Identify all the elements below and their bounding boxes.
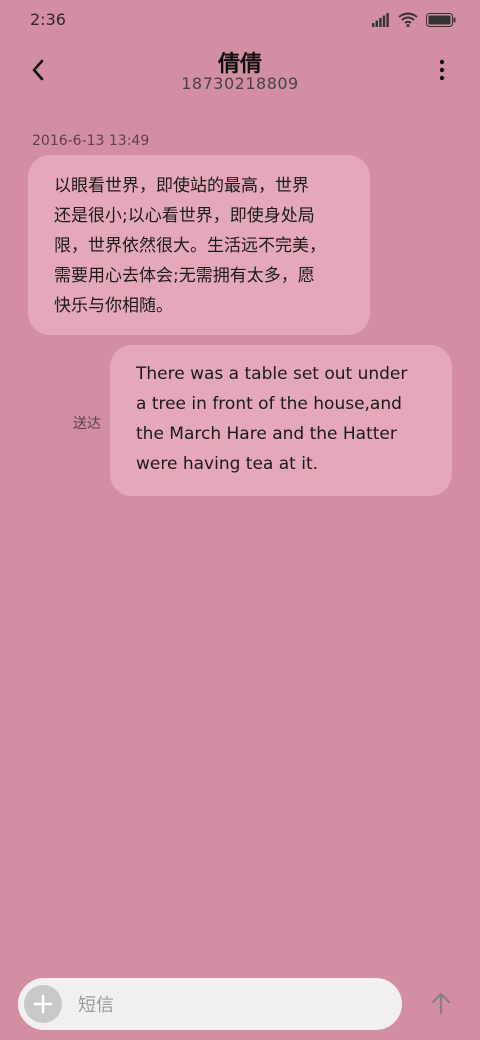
send-button[interactable] [422, 984, 460, 1022]
battery-icon [426, 12, 456, 27]
outgoing-message-bubble[interactable]: There was a table set out under a tree i… [110, 345, 452, 496]
message-line: 限，世界依然很大。生活远不完美， [54, 236, 326, 256]
more-options-button[interactable] [426, 54, 458, 86]
message-line: There was a table set out under [136, 364, 408, 384]
status-icons [372, 12, 456, 27]
message-line: a tree in front of the house,and [136, 394, 402, 414]
arrow-up-icon [431, 992, 451, 1015]
message-composer [18, 978, 402, 1030]
message-line: the March Hare and the Hatter [136, 424, 397, 444]
message-line: 以眼看世界，即使站的最高，世界 [54, 176, 309, 196]
message-timestamp: 2016-6-13 13:49 [32, 133, 150, 149]
more-vertical-icon [439, 59, 445, 81]
contact-phone-number: 18730218809 [181, 74, 299, 93]
plus-icon [33, 994, 53, 1014]
incoming-message-bubble[interactable]: 以眼看世界，即使站的最高，世界 还是很小;以心看世界，即使身处局 限，世界依然很… [28, 155, 370, 335]
message-line: 需要用心去体会;无需拥有太多，愿 [54, 266, 315, 286]
conversation-header: 倩倩 18730218809 [0, 40, 480, 110]
message-line: were having tea at it. [136, 454, 319, 474]
status-bar: 2:36 [0, 0, 480, 40]
message-input[interactable] [76, 988, 390, 1022]
status-time: 2:36 [30, 10, 66, 29]
wifi-icon [398, 12, 418, 27]
add-attachment-button[interactable] [24, 985, 62, 1023]
message-line: 快乐与你相随。 [54, 296, 173, 316]
signal-icon [372, 12, 389, 27]
message-line: 还是很小;以心看世界，即使身处局 [54, 206, 315, 226]
delivery-status: 送达 [73, 416, 101, 432]
